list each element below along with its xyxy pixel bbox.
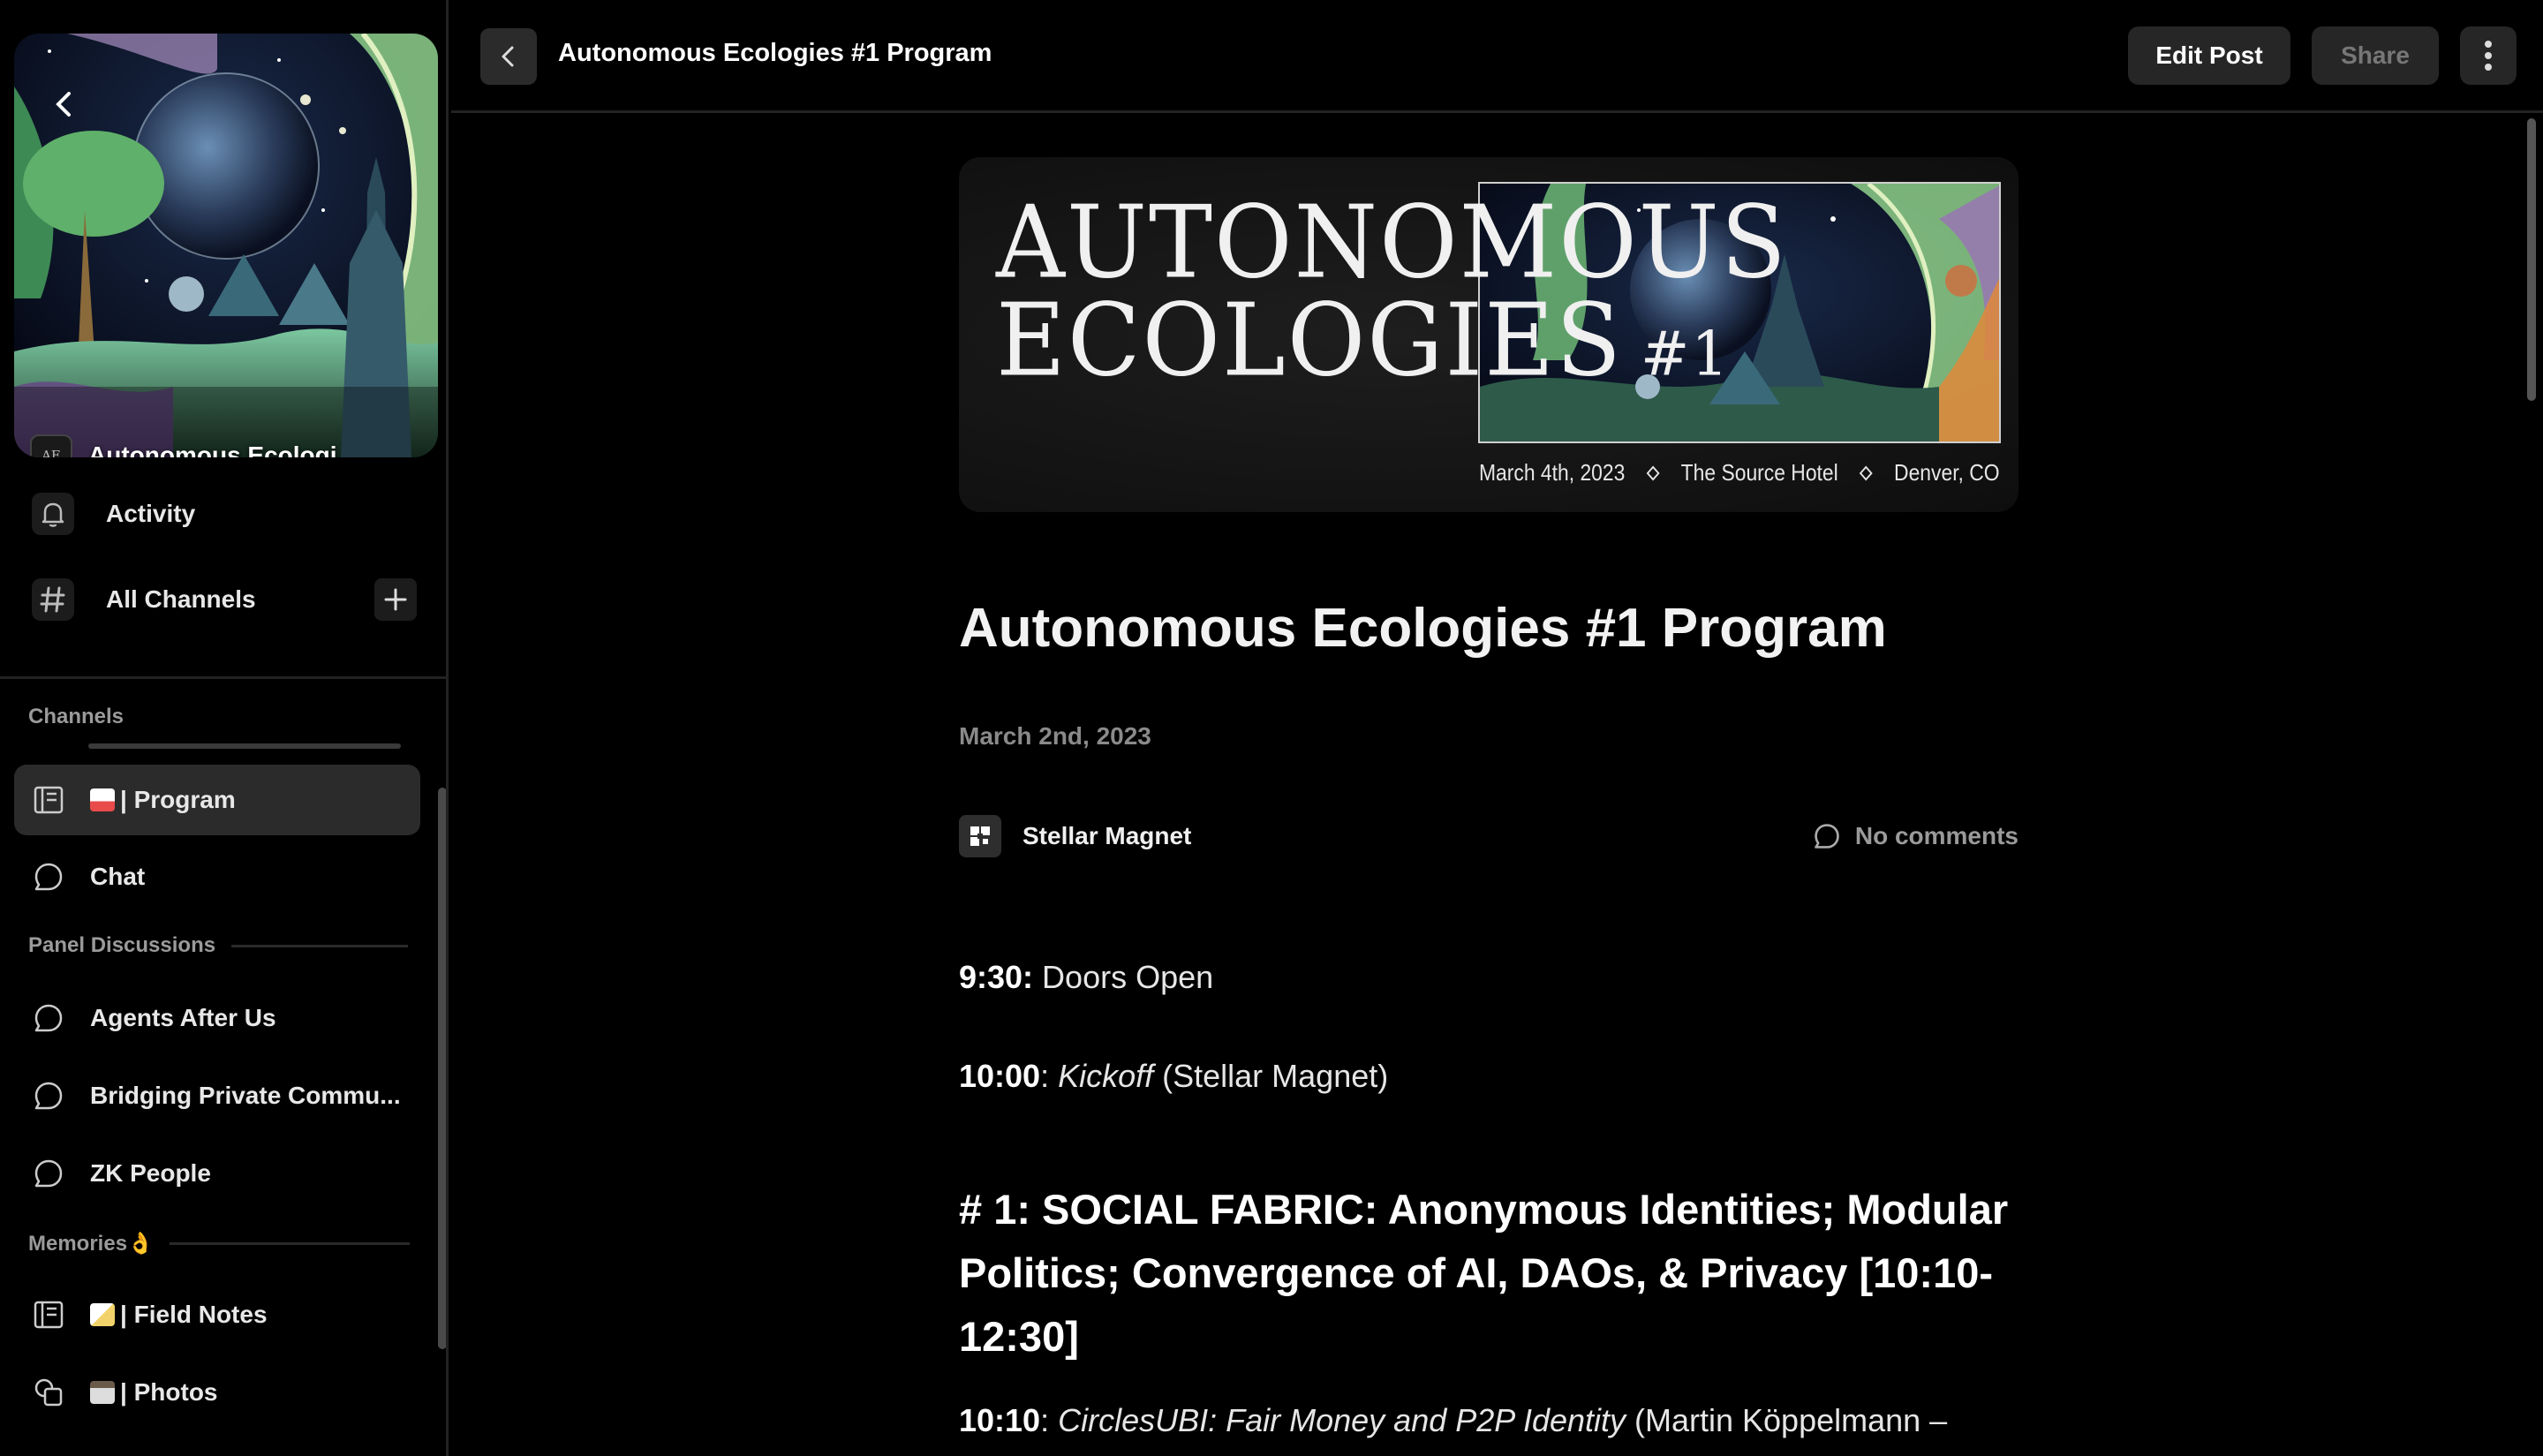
- nav-activity-label: Activity: [106, 500, 196, 527]
- schedule-item: 9:30: Doors Open: [959, 959, 1213, 996]
- banner-city: Denver, CO: [1894, 459, 2000, 486]
- nav-all-channels-label: All Channels: [106, 585, 256, 613]
- memo-emoji-icon: [90, 1303, 115, 1326]
- author-name: Stellar Magnet: [1022, 822, 1192, 849]
- diamond-separator-icon: [1646, 465, 1660, 480]
- post-author[interactable]: Stellar Magnet: [959, 814, 1191, 858]
- chat-bubble-icon: [32, 1079, 65, 1113]
- section-panel-discussions: Panel Discussions: [28, 933, 409, 958]
- banner-title-line1: AUTONOMOUS: [996, 185, 1788, 301]
- schedule-sep: :: [1040, 1402, 1059, 1438]
- gallery-icon: [32, 1376, 65, 1409]
- page-title: Autonomous Ecologies #1 Program: [558, 39, 992, 67]
- author-avatar: [959, 815, 1001, 857]
- section-divider: [231, 944, 409, 947]
- banner-title-line2: ECOLOGIES: [996, 283, 1624, 400]
- channel-photos[interactable]: | Photos: [14, 1357, 420, 1428]
- channel-zk-people[interactable]: ZK People: [14, 1138, 420, 1209]
- notebook-icon: [32, 1298, 65, 1332]
- group-name: Autonomous Ecologi...: [88, 441, 358, 457]
- schedule-item: 10:00: Kickoff (Stellar Magnet): [959, 1058, 1388, 1095]
- comment-icon: [1815, 824, 1839, 849]
- post-date: March 2nd, 2023: [959, 722, 1151, 750]
- banner-number: #1: [1641, 318, 1731, 390]
- add-channel-button[interactable]: [374, 578, 417, 621]
- plus-icon: [384, 588, 407, 611]
- chat-bubble-icon: [32, 1001, 65, 1035]
- schedule-item: 10:10: CirclesUBI: Fair Money and P2P Id…: [959, 1402, 1947, 1439]
- comments-link[interactable]: No comments: [1810, 814, 2019, 858]
- group-avatar: AE: [30, 434, 72, 457]
- nav-activity[interactable]: Activity: [32, 489, 420, 539]
- channel-bridging-private-label: Bridging Private Commu...: [90, 1082, 401, 1109]
- schedule-title: Kickoff: [1058, 1058, 1154, 1094]
- section-divider: [169, 1242, 410, 1245]
- banner-title: AUTONOMOUS ECOLOGIES #1: [996, 185, 1788, 404]
- channel-program[interactable]: | Program: [14, 765, 420, 835]
- channel-field-notes-label: | Field Notes: [90, 1301, 408, 1329]
- channel-program-text: | Program: [120, 786, 236, 813]
- comments-count: No comments: [1854, 822, 2019, 849]
- banner-venue: The Source Hotel: [1680, 459, 1838, 486]
- banner-title-line2-wrap: ECOLOGIES #1: [996, 291, 1788, 404]
- channel-field-notes-text: | Field Notes: [120, 1301, 268, 1328]
- main-scrollbar[interactable]: [2527, 118, 2536, 401]
- chat-bubble-icon: [32, 1157, 65, 1190]
- sidebar-scrollbar[interactable]: [438, 788, 446, 1349]
- channel-zk-people-label: ZK People: [90, 1159, 211, 1187]
- section-memories: Memories👌: [28, 1231, 410, 1256]
- bell-icon: [32, 493, 74, 535]
- top-bar: Autonomous Ecologies #1 Program Edit Pos…: [451, 0, 2543, 113]
- channel-photos-text: | Photos: [120, 1378, 218, 1406]
- channel-chat-label: Chat: [90, 863, 146, 890]
- notebook-icon: [32, 783, 65, 817]
- camera-emoji-icon: [90, 1381, 115, 1404]
- channel-agents-after-us[interactable]: Agents After Us: [14, 983, 420, 1053]
- edit-post-button[interactable]: Edit Post: [2128, 26, 2290, 85]
- channel-agents-after-us-label: Agents After Us: [90, 1004, 276, 1031]
- section-channels: Channels: [28, 705, 124, 729]
- schedule-time: 9:30:: [959, 959, 1034, 995]
- chevron-left-icon: [502, 46, 514, 67]
- share-button[interactable]: Share: [2312, 26, 2439, 85]
- schedule-title: CirclesUBI: Fair Money and P2P Identity: [1058, 1402, 1635, 1438]
- channel-field-notes[interactable]: | Field Notes: [14, 1279, 420, 1350]
- more-options-button[interactable]: [2460, 26, 2517, 85]
- channel-program-label: | Program: [90, 786, 408, 814]
- schedule-text: Doors Open: [1033, 959, 1214, 995]
- post-title: Autonomous Ecologies #1 Program: [959, 598, 1887, 659]
- diamond-separator-icon: [1859, 465, 1873, 480]
- section-heading: # 1: SOCIAL FABRIC: Anonymous Identities…: [959, 1186, 2009, 1360]
- sidebar: AE Autonomous Ecologi... Activity All Ch…: [0, 0, 449, 1456]
- banner-date: March 4th, 2023: [1479, 459, 1626, 486]
- hash-icon: [32, 578, 74, 621]
- banner-meta: March 4th, 2023 The Source Hotel Denver,…: [1479, 459, 2000, 487]
- channel-bridging-private[interactable]: Bridging Private Commu...: [14, 1060, 420, 1131]
- schedule-text: (Stellar Magnet): [1153, 1058, 1389, 1094]
- group-cover-image: AE Autonomous Ecologi...: [14, 34, 438, 457]
- nav-all-channels[interactable]: All Channels: [32, 575, 420, 624]
- section-channels-label: Channels: [28, 705, 125, 728]
- section-memories-label: Memories👌: [28, 1232, 154, 1256]
- chat-bubble-icon: [32, 860, 65, 894]
- schedule-text: (Martin Köppelmann –: [1634, 1402, 1948, 1438]
- channel-chat[interactable]: Chat: [14, 841, 420, 912]
- post-banner-image: AUTONOMOUS ECOLOGIES #1 March 4th, 2023 T…: [959, 157, 2019, 512]
- channel-photos-label: | Photos: [90, 1378, 408, 1407]
- sidebar-divider: [0, 676, 446, 679]
- schedule-sep: :: [1040, 1058, 1059, 1094]
- back-icon[interactable]: [48, 87, 83, 122]
- section-panel-discussions-label: Panel Discussions: [28, 933, 216, 957]
- kebab-menu-icon: [2485, 41, 2492, 71]
- horizontal-scrollbar[interactable]: [88, 743, 401, 749]
- group-header[interactable]: AE Autonomous Ecologi...: [30, 431, 436, 457]
- calendar-emoji-icon: [90, 788, 115, 811]
- back-button[interactable]: [480, 28, 537, 85]
- schedule-time: 10:00: [959, 1058, 1041, 1094]
- schedule-time: 10:10: [959, 1402, 1041, 1438]
- magnet-logo-icon: [970, 826, 990, 846]
